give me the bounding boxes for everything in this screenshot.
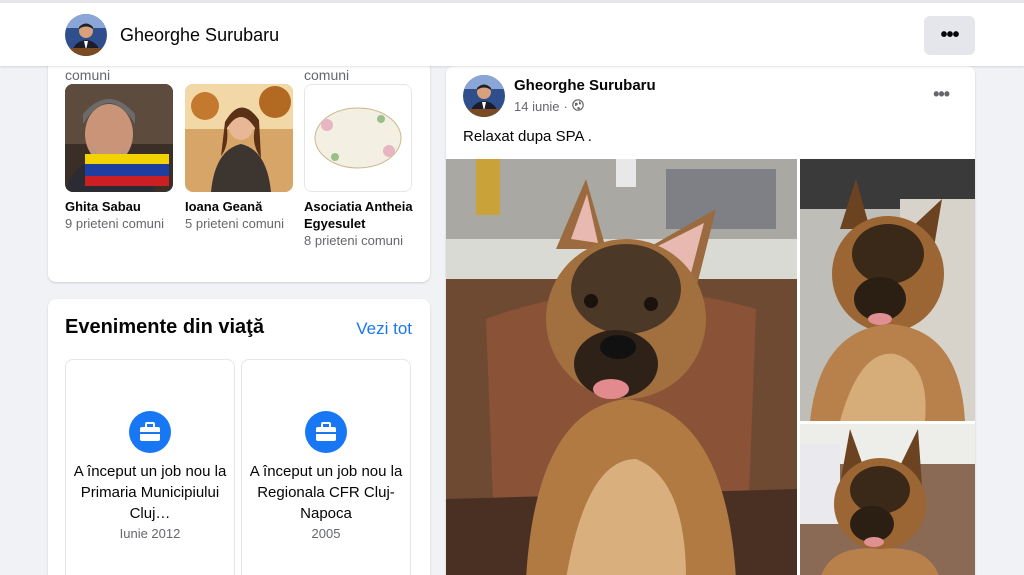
friends-card: comuni comuni Ghita Sabau 9 prieteni com… (48, 40, 430, 282)
life-event-text: A început un job nou la Primaria Municip… (73, 463, 227, 522)
post-photo-secondary[interactable] (800, 159, 975, 421)
section-title: Evenimente din viaţă (65, 316, 264, 338)
profile-header-bar: Gheorghe Surubaru ••• (0, 0, 1024, 66)
meta-separator: · (563, 99, 568, 114)
friend-name[interactable]: Ioana Geană (185, 198, 295, 215)
globe-icon (572, 99, 584, 114)
post-author-avatar[interactable] (463, 75, 505, 117)
profile-avatar[interactable] (65, 14, 107, 56)
briefcase-icon (305, 411, 347, 453)
post-options-button[interactable]: ••• (933, 84, 950, 105)
post-meta: 14 iunie · (514, 99, 584, 114)
profile-name[interactable]: Gheorghe Surubaru (120, 25, 279, 46)
friend-item[interactable]: Ghita Sabau 9 prieteni comuni (65, 84, 175, 232)
post-card: Gheorghe Surubaru 14 iunie · ••• Relaxat… (446, 66, 975, 575)
life-event-text: A început un job nou la Regionala CFR Cl… (249, 463, 403, 522)
mutual-friends-count: 9 prieteni comuni (65, 216, 164, 231)
mutual-friends-label: comuni (304, 67, 350, 83)
see-all-link[interactable]: Vezi tot (356, 319, 412, 339)
post-text: Relaxat dupa SPA . (463, 128, 592, 145)
briefcase-icon (129, 411, 171, 453)
mutual-friends-label: comuni (65, 67, 111, 83)
post-photo-main[interactable] (446, 159, 797, 575)
post-date[interactable]: 14 iunie (514, 99, 560, 114)
friend-name[interactable]: Asociatia Antheia Egyesulet (304, 198, 414, 232)
more-options-button[interactable]: ••• (924, 16, 975, 55)
friend-name[interactable]: Ghita Sabau (65, 198, 175, 215)
life-event-item[interactable]: A început un job nou la Primaria Municip… (65, 359, 235, 575)
mutual-friends-count: 8 prieteni comuni (304, 233, 403, 248)
friend-item[interactable]: Ioana Geană 5 prieteni comuni (185, 84, 295, 232)
friend-photo[interactable] (304, 84, 412, 192)
life-event-date: 2005 (311, 526, 341, 541)
friend-photo[interactable] (65, 84, 173, 192)
post-author-name[interactable]: Gheorghe Surubaru (514, 77, 656, 94)
life-event-date: Iunie 2012 (119, 526, 181, 541)
life-event-item[interactable]: A început un job nou la Regionala CFR Cl… (241, 359, 411, 575)
friend-item[interactable]: Asociatia Antheia Egyesulet 8 prieteni c… (304, 84, 414, 249)
friend-photo[interactable] (185, 84, 293, 192)
post-photo-tertiary[interactable] (800, 424, 975, 575)
life-events-card: Evenimente din viaţă Vezi tot A început … (48, 299, 430, 575)
mutual-friends-count: 5 prieteni comuni (185, 216, 284, 231)
